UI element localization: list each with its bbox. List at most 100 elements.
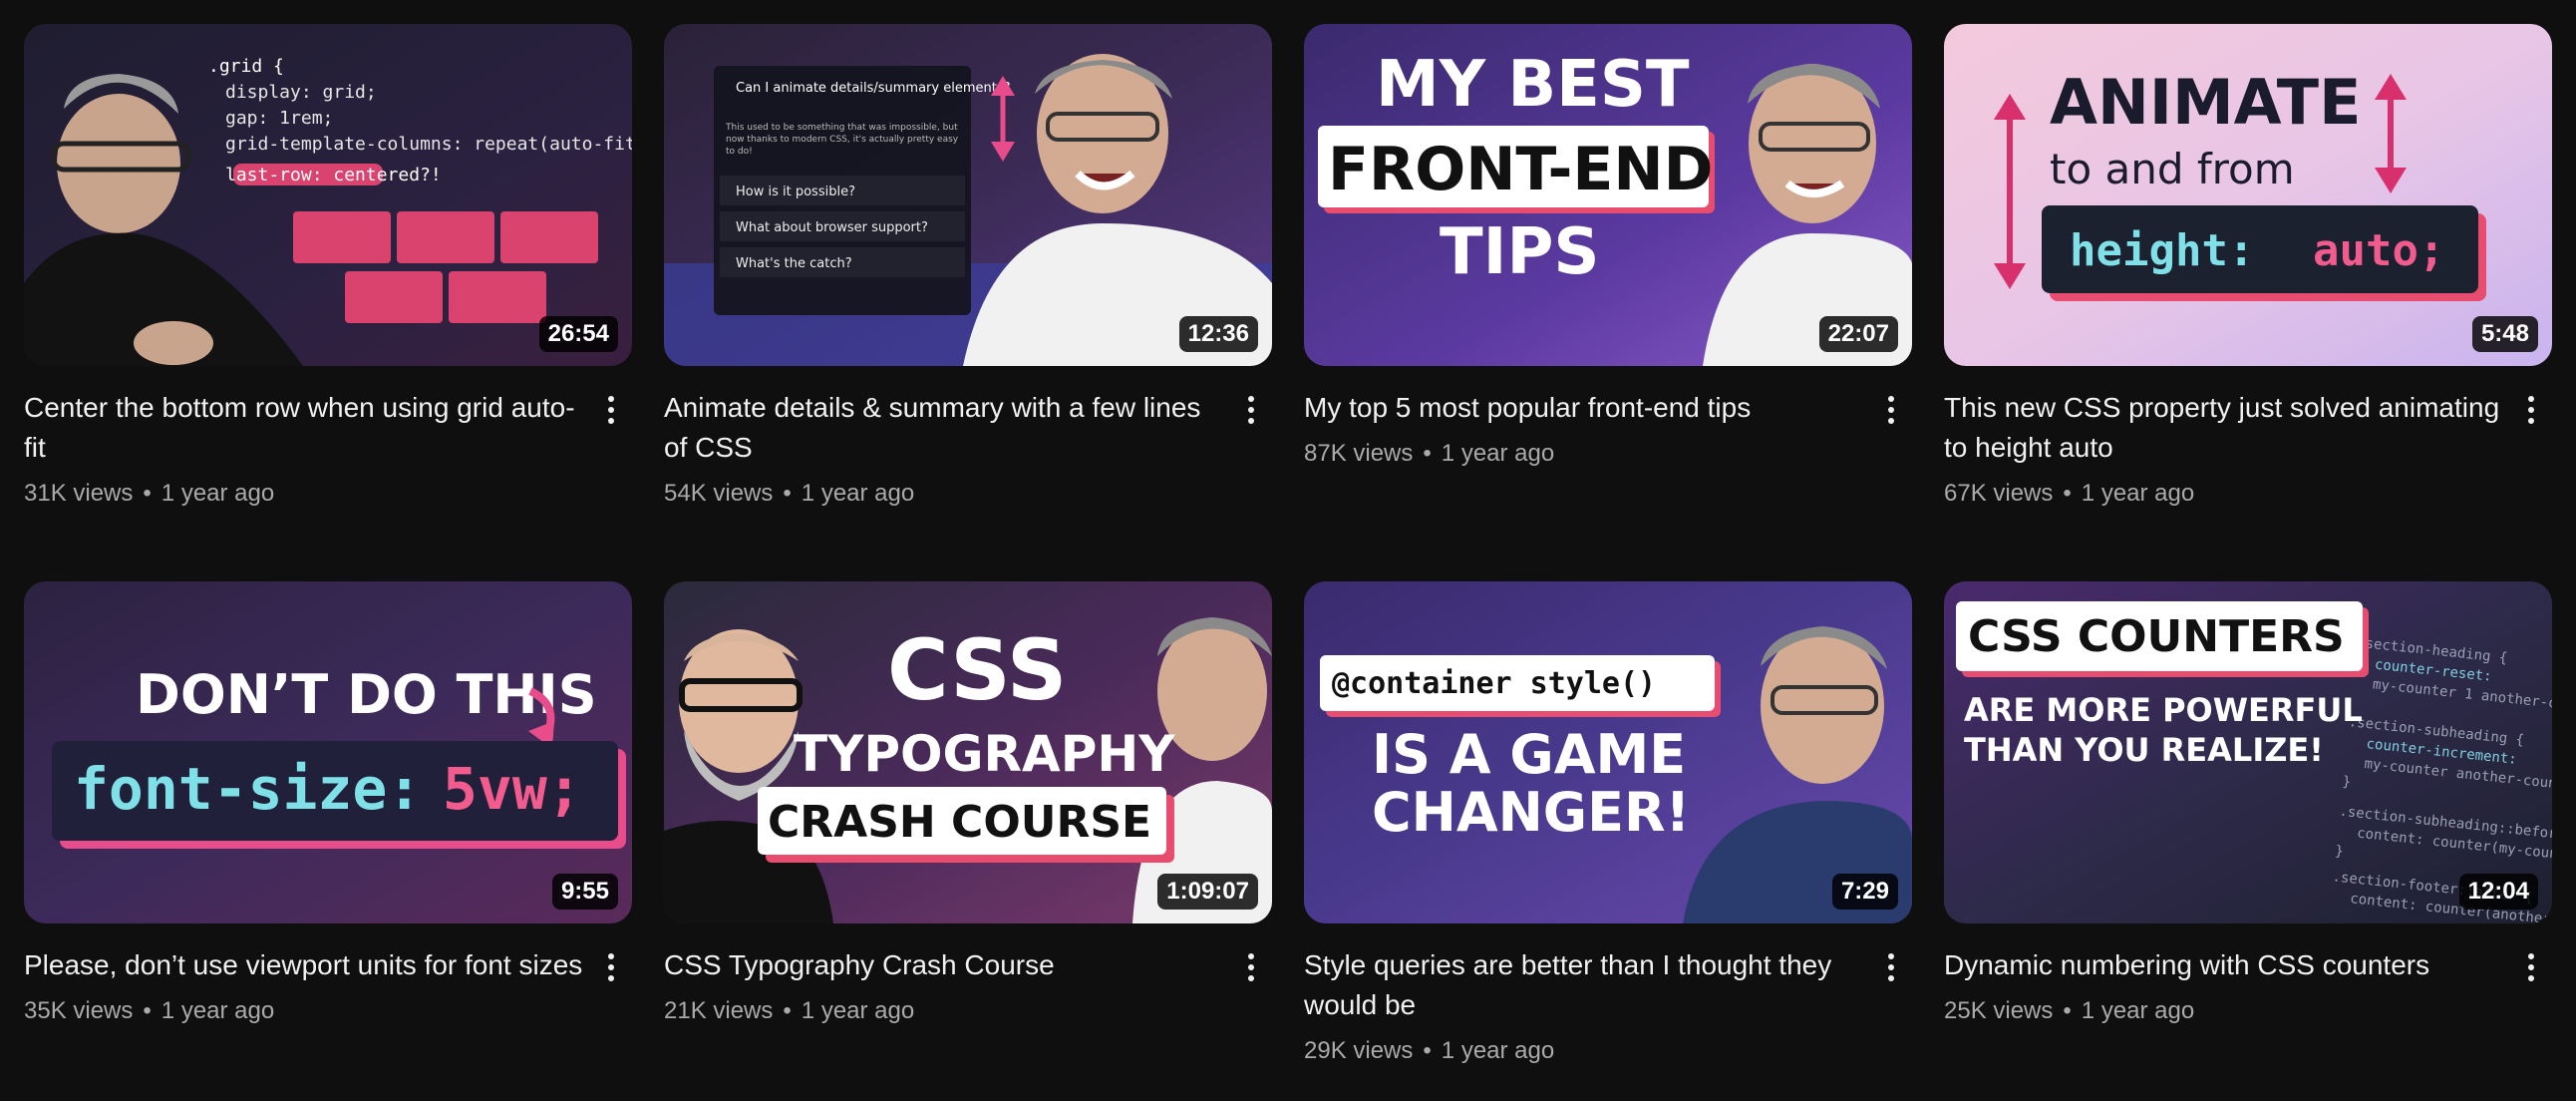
thumbnail-art: ANIMATE to and from height: auto; bbox=[1944, 24, 2552, 366]
video-card[interactable]: .grid { display: grid; gap: 1rem; grid-t… bbox=[24, 24, 632, 532]
video-title[interactable]: Center the bottom row when using grid au… bbox=[24, 388, 584, 468]
video-thumbnail[interactable]: CSS TYPOGRAPHY CRASH COURSE 1:09:07 bbox=[664, 581, 1272, 923]
thumb-panel-heading: Can I animate details/summary elements? bbox=[736, 81, 1011, 96]
video-thumbnail[interactable]: ANIMATE to and from height: auto; 5:48 bbox=[1944, 24, 2552, 366]
upload-age: 1 year ago bbox=[161, 997, 275, 1024]
duration-badge: 26:54 bbox=[538, 316, 618, 352]
thumb-headline: IS A GAME bbox=[1372, 723, 1686, 786]
thumb-subline: to and from bbox=[2050, 145, 2295, 193]
more-options-icon[interactable] bbox=[596, 390, 626, 430]
thumb-headline: TIPS bbox=[1440, 215, 1599, 289]
thumb-code-line: } bbox=[2334, 843, 2344, 860]
thumbnail-art: @container style() IS A GAME CHANGER! bbox=[1304, 581, 1912, 923]
thumb-code-line: .grid { bbox=[208, 56, 284, 77]
thumb-code-line: } bbox=[2342, 774, 2352, 791]
thumbnail-art: .grid { display: grid; gap: 1rem; grid-t… bbox=[24, 24, 632, 366]
thumbnail-art: MY BEST FRONT-END TIPS bbox=[1304, 24, 1912, 366]
thumbnail-art: Can I animate details/summary elements? … bbox=[664, 24, 1272, 366]
video-stats: 54K views • 1 year ago bbox=[664, 478, 1224, 510]
video-card[interactable]: .section-heading { counter-reset: my-cou… bbox=[1944, 581, 2552, 1089]
video-stats: 87K views • 1 year ago bbox=[1304, 438, 1864, 470]
thumb-panel-item: What about browser support? bbox=[736, 220, 928, 235]
view-count: 25K views bbox=[1944, 997, 2054, 1024]
video-meta: Please, don’t use viewport units for fon… bbox=[24, 945, 632, 1027]
view-count: 21K views bbox=[664, 997, 774, 1024]
separator-dot: • bbox=[143, 997, 152, 1024]
thumb-headline: CSS COUNTERS bbox=[1968, 611, 2345, 662]
thumb-panel-body: This used to be something that was impos… bbox=[726, 123, 959, 157]
video-meta: Dynamic numbering with CSS counters 25K … bbox=[1944, 945, 2552, 1027]
thumb-code-line: display: grid; bbox=[225, 82, 377, 103]
video-title[interactable]: Style queries are better than I thought … bbox=[1304, 945, 1864, 1025]
thumb-code: auto; bbox=[2313, 225, 2444, 276]
separator-dot: • bbox=[143, 480, 152, 507]
thumb-panel-item: How is it possible? bbox=[736, 184, 855, 199]
thumb-code: height: bbox=[2070, 225, 2254, 276]
thumb-headline: ANIMATE bbox=[2050, 66, 2361, 139]
video-card[interactable]: @container style() IS A GAME CHANGER! 7:… bbox=[1304, 581, 1912, 1089]
thumb-headline: DON’T DO THIS bbox=[136, 663, 597, 726]
video-thumbnail[interactable]: @container style() IS A GAME CHANGER! 7:… bbox=[1304, 581, 1912, 923]
more-options-icon[interactable] bbox=[1876, 390, 1906, 430]
video-title[interactable]: CSS Typography Crash Course bbox=[664, 945, 1224, 985]
video-thumbnail[interactable]: .section-heading { counter-reset: my-cou… bbox=[1944, 581, 2552, 923]
view-count: 67K views bbox=[1944, 480, 2054, 507]
more-options-icon[interactable] bbox=[2516, 390, 2546, 430]
video-thumbnail[interactable]: MY BEST FRONT-END TIPS 22:07 bbox=[1304, 24, 1912, 366]
video-card[interactable]: MY BEST FRONT-END TIPS 22:07 My top 5 mo… bbox=[1304, 24, 1912, 532]
video-title[interactable]: My top 5 most popular front-end tips bbox=[1304, 388, 1864, 428]
thumb-code-line: gap: 1rem; bbox=[225, 108, 333, 129]
thumb-code: @container style() bbox=[1332, 666, 1656, 701]
separator-dot: • bbox=[2063, 997, 2072, 1024]
thumb-headline: ARE MORE POWERFUL bbox=[1964, 691, 2363, 729]
video-title[interactable]: Animate details & summary with a few lin… bbox=[664, 388, 1224, 468]
duration-badge: 22:07 bbox=[1818, 316, 1898, 352]
separator-dot: • bbox=[1423, 440, 1432, 467]
more-options-icon[interactable] bbox=[1236, 390, 1266, 430]
thumb-headline: FRONT-END bbox=[1328, 135, 1713, 204]
view-count: 87K views bbox=[1304, 440, 1414, 467]
more-options-icon[interactable] bbox=[1236, 947, 1266, 987]
more-options-icon[interactable] bbox=[596, 947, 626, 987]
video-stats: 67K views • 1 year ago bbox=[1944, 478, 2504, 510]
more-options-icon[interactable] bbox=[1876, 947, 1906, 987]
video-stats: 35K views • 1 year ago bbox=[24, 995, 584, 1027]
separator-dot: • bbox=[783, 480, 792, 507]
thumb-code: 5vw; bbox=[443, 755, 582, 823]
video-meta: Animate details & summary with a few lin… bbox=[664, 388, 1272, 510]
video-card[interactable]: Can I animate details/summary elements? … bbox=[664, 24, 1272, 532]
video-title[interactable]: Please, don’t use viewport units for fon… bbox=[24, 945, 584, 985]
view-count: 31K views bbox=[24, 480, 134, 507]
video-meta: Center the bottom row when using grid au… bbox=[24, 388, 632, 510]
duration-badge: 5:48 bbox=[2471, 316, 2538, 352]
video-stats: 29K views • 1 year ago bbox=[1304, 1035, 1864, 1067]
video-thumbnail[interactable]: Can I animate details/summary elements? … bbox=[664, 24, 1272, 366]
thumbnail-art: DON’T DO THIS font-size: 5vw; bbox=[24, 581, 632, 923]
video-card[interactable]: DON’T DO THIS font-size: 5vw; 9:55 Pleas… bbox=[24, 581, 632, 1089]
view-count: 29K views bbox=[1304, 1037, 1414, 1064]
video-title[interactable]: Dynamic numbering with CSS counters bbox=[1944, 945, 2504, 985]
video-thumbnail[interactable]: DON’T DO THIS font-size: 5vw; 9:55 bbox=[24, 581, 632, 923]
thumb-headline: CSS bbox=[887, 621, 1067, 719]
upload-age: 1 year ago bbox=[801, 480, 915, 507]
duration-badge: 12:04 bbox=[2458, 874, 2538, 910]
video-meta: My top 5 most popular front-end tips 87K… bbox=[1304, 388, 1912, 470]
more-options-icon[interactable] bbox=[2516, 947, 2546, 987]
separator-dot: • bbox=[2063, 480, 2072, 507]
thumb-code: font-size: bbox=[74, 755, 422, 823]
upload-age: 1 year ago bbox=[2081, 997, 2195, 1024]
thumbnail-art: CSS TYPOGRAPHY CRASH COURSE bbox=[664, 581, 1272, 923]
duration-badge: 1:09:07 bbox=[1157, 874, 1258, 910]
thumb-headline: TYPOGRAPHY bbox=[794, 725, 1175, 783]
video-card[interactable]: CSS TYPOGRAPHY CRASH COURSE 1:09:07 CSS … bbox=[664, 581, 1272, 1089]
video-stats: 25K views • 1 year ago bbox=[1944, 995, 2504, 1027]
thumb-headline: CRASH COURSE bbox=[768, 797, 1151, 848]
video-card[interactable]: ANIMATE to and from height: auto; 5:48 T… bbox=[1944, 24, 2552, 532]
duration-badge: 12:36 bbox=[1178, 316, 1258, 352]
thumb-headline: THAN YOU REALIZE! bbox=[1964, 731, 2324, 769]
video-thumbnail[interactable]: .grid { display: grid; gap: 1rem; grid-t… bbox=[24, 24, 632, 366]
video-title[interactable]: This new CSS property just solved animat… bbox=[1944, 388, 2504, 468]
video-stats: 21K views • 1 year ago bbox=[664, 995, 1224, 1027]
separator-dot: • bbox=[1423, 1037, 1432, 1064]
separator-dot: • bbox=[783, 997, 792, 1024]
